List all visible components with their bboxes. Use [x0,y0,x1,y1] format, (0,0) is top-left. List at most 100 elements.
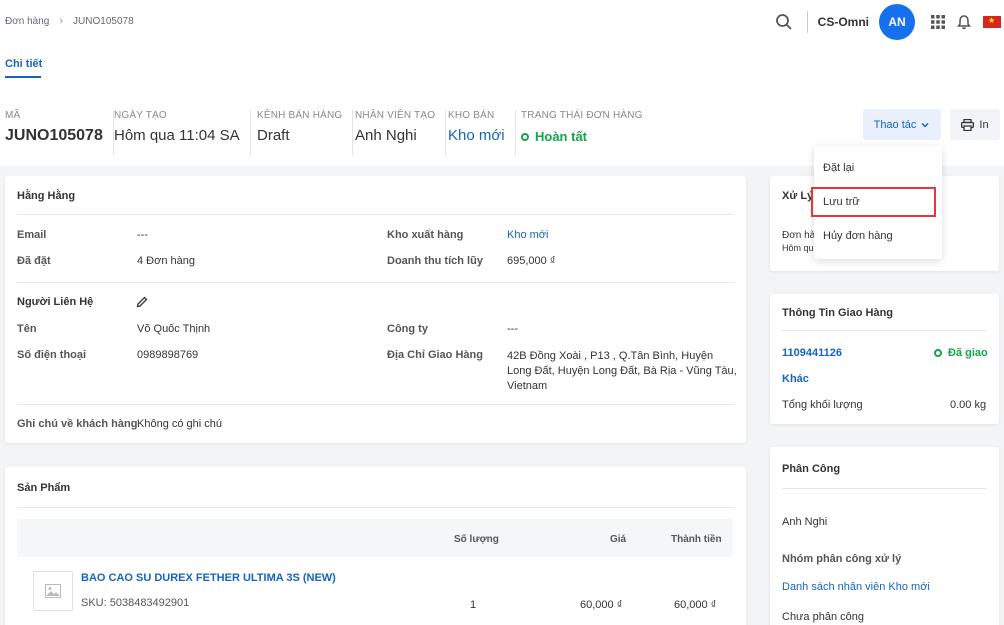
phone-value: 0989898769 [137,349,199,361]
tab-bar: Chi tiết [0,44,1004,84]
ship-warehouse-link[interactable]: Kho mới [507,229,548,241]
workspace-name[interactable]: CS-Omni [818,15,869,29]
actions-button-label: Thao tác [873,118,917,131]
tab-detail[interactable]: Chi tiết [5,58,42,78]
highlight-box [811,187,936,217]
divider [17,507,734,508]
created-by: Anh Nghi [355,127,417,144]
col-price: Giá [610,534,627,545]
created-date: Hôm qua 11:04 SA [114,127,240,144]
address-line: Long Đất, Huyện Long Đất, Bà Rịa - Vũng … [507,365,737,377]
product-name-link[interactable]: BAO CAO SU DUREX FETHER ULTIMA 3S (NEW) [81,572,336,584]
email-value: --- [137,229,148,241]
col-total: Thành tiền [671,534,722,545]
product-thumbnail[interactable] [33,571,73,611]
meta-warehouse: Kho bán Kho mới [448,110,516,156]
menu-item-reset[interactable]: Đặt lại [823,162,854,174]
note-label: Ghi chú về khách hàng [17,418,138,430]
chevron-right-icon: › [59,15,64,27]
unassigned-text: Chưa phân công [782,611,864,623]
customer-name[interactable]: Hằng Hằng [17,190,75,202]
orders-label: Đã đặt [17,255,51,267]
process-line: Đơn hà [782,230,816,241]
customer-card: Hằng Hằng Email --- Kho xuất hàng Kho mớ… [5,176,746,443]
search-icon[interactable] [771,9,797,35]
contact-title: Người Liên Hệ [17,296,94,308]
divider [17,214,734,215]
apps-grid-icon[interactable] [925,9,951,35]
status-ring-icon [934,349,942,357]
email-label: Email [17,229,47,241]
contact-name-label: Tên [17,323,37,335]
status-ring-icon [521,132,529,141]
breadcrumb-root[interactable]: Đơn hàng [5,16,49,27]
order-status-text: Hoàn tất [535,129,587,144]
product-total: 60,000 ₫ [674,599,717,611]
meta-status: Trạng thái đơn hàng Hoàn tất [521,110,653,156]
breadcrumb: Đơn hàng › JUNO105078 [5,15,134,27]
warehouse-link[interactable]: Kho mới [448,127,505,144]
printer-icon [961,118,975,131]
meta-channel: Kênh bán hàng Draft [257,110,354,156]
revenue-value: 695,000 ₫ [507,255,556,267]
divider [806,11,808,33]
divider [782,330,987,331]
avatar[interactable]: AN [879,4,915,40]
company-value: --- [507,323,518,335]
tracking-link[interactable]: 1109441126 [782,347,842,359]
delivery-status-text: Đã giao [948,347,988,359]
address-value: 42B Đồng Xoài , P13 , Q.Tân Bình, Huyện … [507,349,737,394]
print-button-label: In [979,118,989,131]
note-value: Không có ghi chú [137,418,223,430]
chevron-down-icon [921,122,929,128]
divider [17,282,734,283]
address-line: Vietnam [507,380,548,392]
address-line: 42B Đồng Xoài , P13 , Q.Tân Bình, Huyện [507,350,714,362]
group-link[interactable]: Danh sách nhân viên Kho mới [782,581,930,593]
delivery-status: Đã giao [934,347,988,359]
sales-channel: Draft [257,127,290,144]
meta-code-label: Mã [5,110,21,121]
col-quantity: Số lượng [454,534,499,545]
group-label: Nhóm phân công xử lý [782,553,902,565]
orders-value: 4 Đơn hàng [137,255,195,267]
meta-code: Mã JUNO105078 [5,110,114,156]
assignment-card: Phân Công Anh Nghi Nhóm phân công xử lý … [770,447,999,625]
menu-item-cancel-order[interactable]: Hủy đơn hàng [823,230,893,242]
print-button[interactable]: In [950,109,1000,140]
product-sku: SKU: 5038483492901 [81,597,190,609]
revenue-label: Doanh thu tích lũy [387,255,483,267]
breadcrumb-current: JUNO105078 [73,15,134,27]
meta-status-label: Trạng thái đơn hàng [521,110,643,121]
meta-staff: Nhân viên tạo Anh Nghi [355,110,447,156]
order-code: JUNO105078 [5,127,103,144]
process-line: Hôm qu [782,243,814,253]
products-card: Sản Phẩm Số lượng Giá Thành tiền BAO CAO… [5,467,746,625]
address-label: Địa Chỉ Giao Hàng [387,349,483,361]
shipping-card: Thông Tin Giao Hàng 1109441126 Đã giao K… [770,294,999,424]
shipping-title: Thông Tin Giao Hàng [782,307,894,319]
carrier-link[interactable]: Khác [782,373,809,385]
weight-value: 0.00 kg [950,399,987,411]
table-header: Số lượng Giá Thành tiền [17,519,733,557]
assignment-title: Phân Công [782,463,841,475]
product-price: 60,000 ₫ [580,599,623,611]
top-bar: Đơn hàng › JUNO105078 CS-Omni AN [0,0,1004,44]
assignee-name: Anh Nghi [782,516,828,528]
divider [17,404,734,405]
vietnam-flag-icon[interactable] [983,16,1001,28]
products-title: Sản Phẩm [17,482,71,494]
pencil-edit-icon[interactable] [136,296,148,308]
contact-name-value: Võ Quốc Thịnh [137,323,211,335]
order-status: Hoàn tất [521,129,643,144]
meta-channel-label: Kênh bán hàng [257,110,343,121]
ship-warehouse-label: Kho xuất hàng [387,229,464,241]
bell-icon[interactable] [951,9,977,35]
weight-label: Tổng khối lượng [782,399,863,411]
meta-created: Ngày tạo Hôm qua 11:04 SA [114,110,251,156]
meta-created-label: Ngày tạo [114,110,167,121]
actions-button[interactable]: Thao tác [863,109,941,140]
phone-label: Số điện thoại [17,349,87,361]
image-placeholder-icon [45,584,61,598]
product-qty: 1 [470,599,477,611]
